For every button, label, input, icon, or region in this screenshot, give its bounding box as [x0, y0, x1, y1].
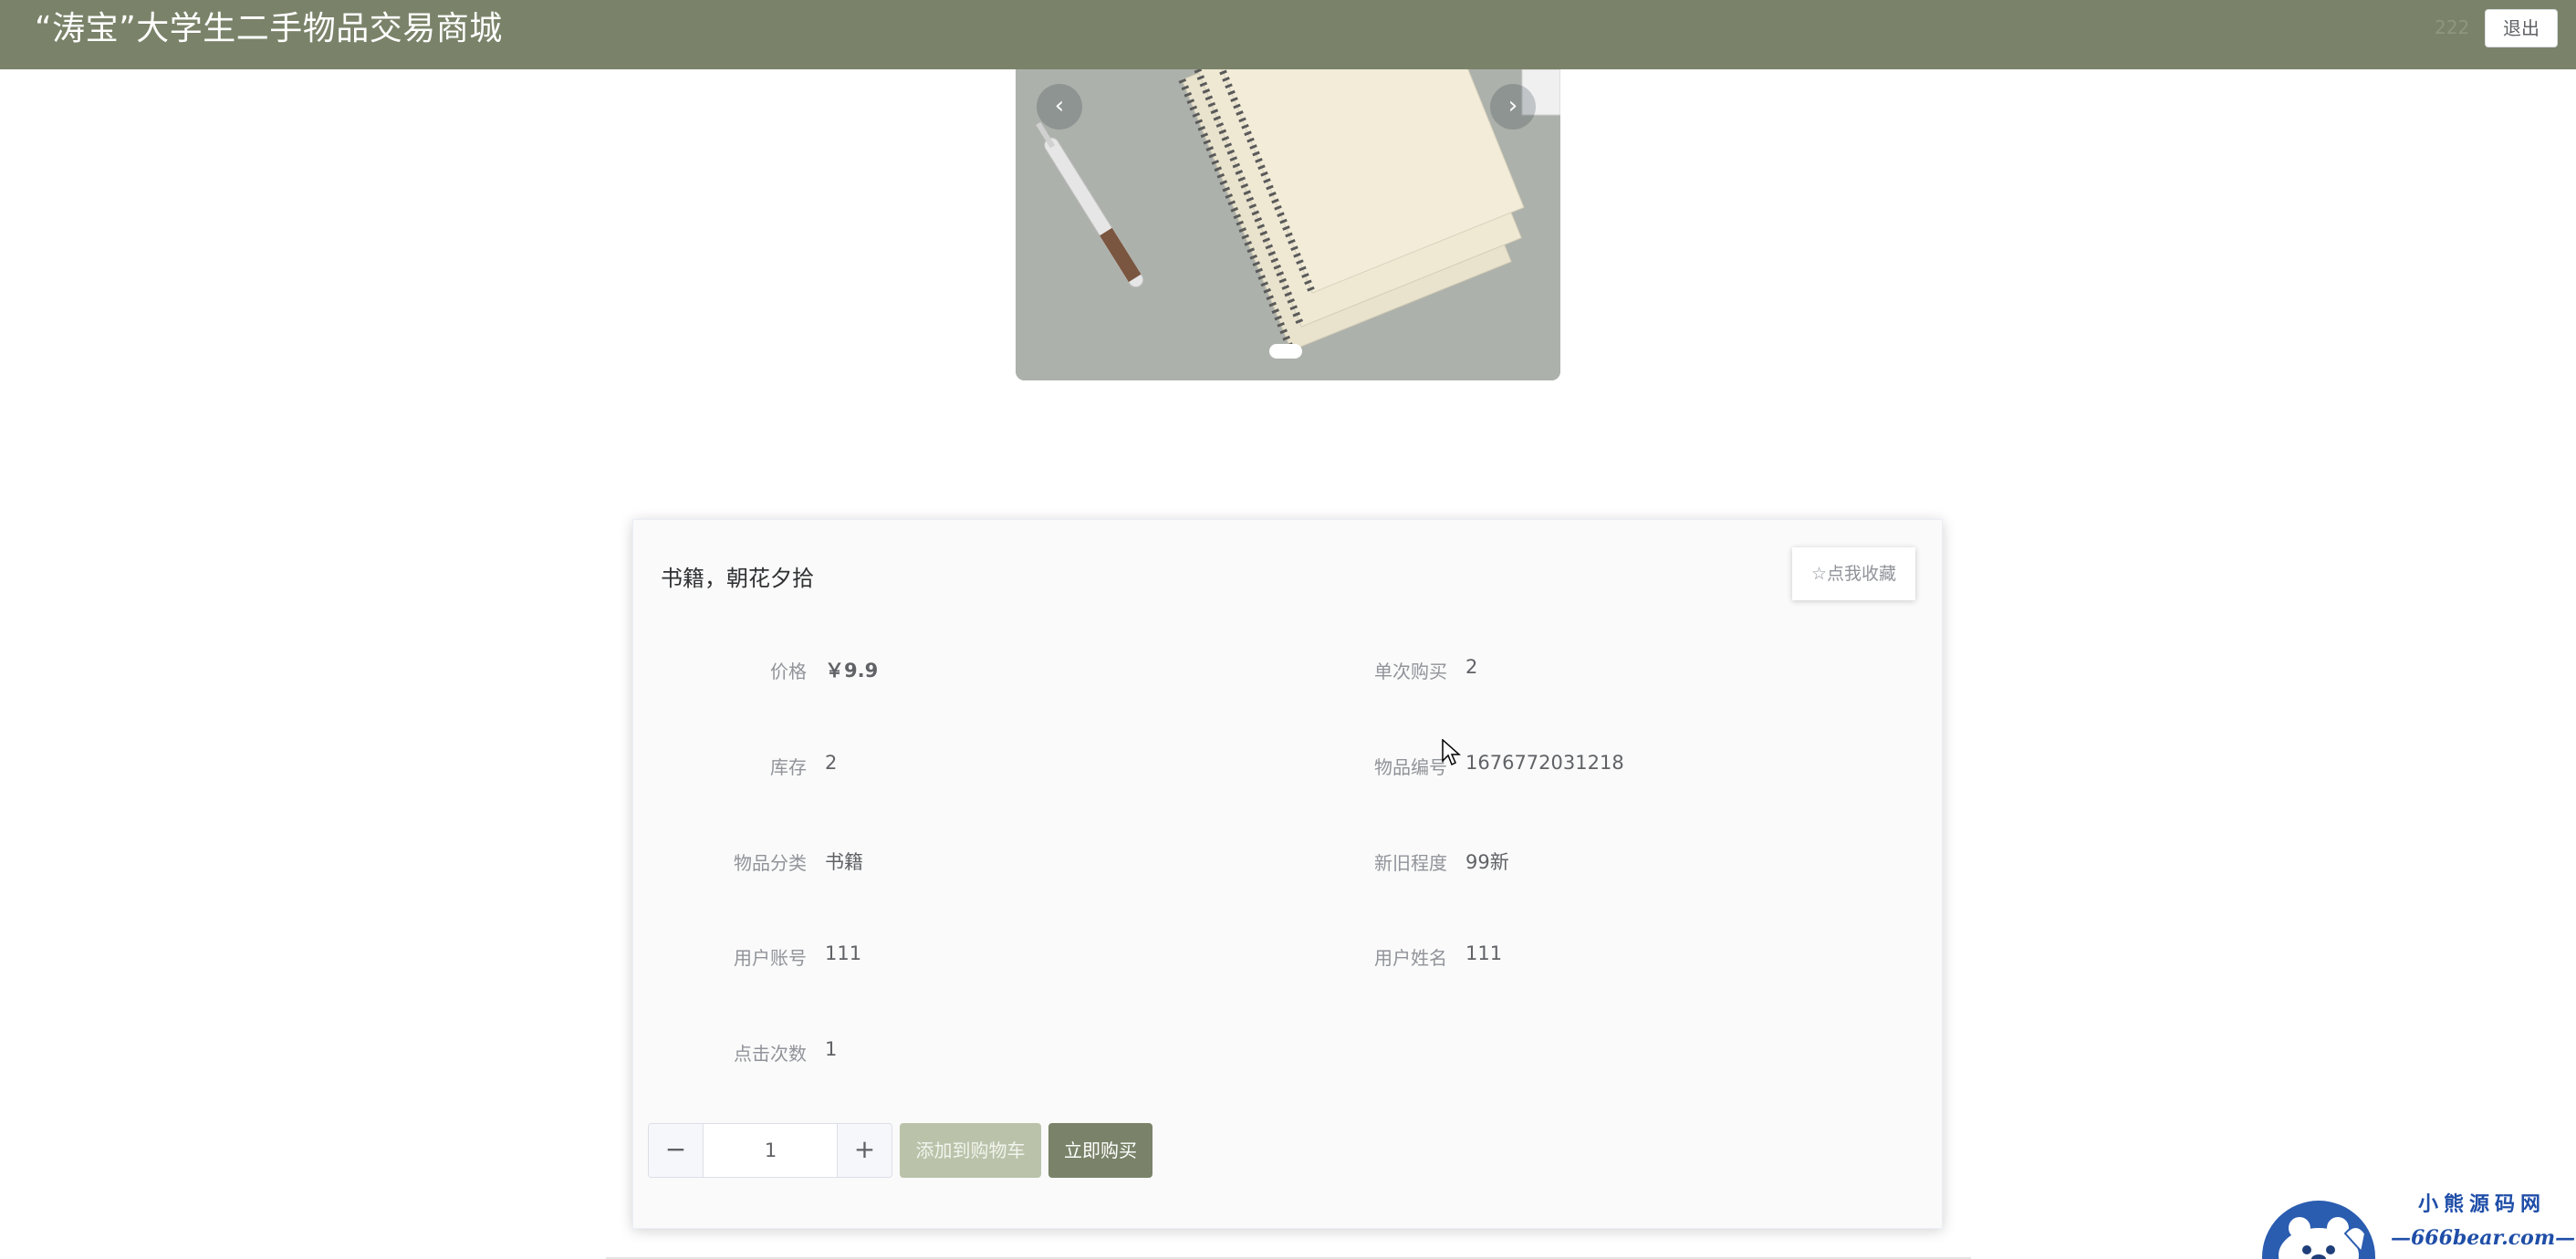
user-name-value: 111 [1465, 942, 1503, 964]
logout-button[interactable]: 退出 [2485, 9, 2558, 47]
site-title: “涛宝”大学生二手物品交易商城 [35, 10, 503, 47]
add-to-cart-button[interactable]: 添加到购物车 [900, 1123, 1041, 1178]
click-count-label: 点击次数 [734, 1043, 807, 1065]
single-buy-label: 单次购买 [1374, 661, 1447, 682]
quantity-stepper: − + [648, 1123, 892, 1178]
favorite-button[interactable]: ☆点我收藏 [1792, 547, 1915, 600]
mouse-cursor-icon [1442, 739, 1461, 766]
single-buy-value: 2 [1465, 656, 1478, 678]
buy-now-button[interactable]: 立即购买 [1048, 1123, 1152, 1178]
product-image-carousel: ‹ › [1016, 69, 1560, 380]
carousel-next-arrow[interactable]: › [1490, 84, 1536, 130]
user-account-value: 111 [825, 942, 862, 964]
watermark-url: —666bear.com— [2391, 1226, 2576, 1250]
product-image [1016, 69, 1560, 380]
decrease-quantity-button[interactable]: − [649, 1124, 704, 1177]
price-label: 价格 [770, 661, 807, 682]
price-value: ￥9.9 [825, 660, 879, 682]
increase-quantity-button[interactable]: + [837, 1124, 892, 1177]
condition-label: 新旧程度 [1374, 852, 1447, 874]
carousel-indicator[interactable] [1269, 344, 1302, 359]
watermark-title: 小熊源码网 [2418, 1192, 2547, 1216]
item-number-value: 1676772031218 [1465, 752, 1624, 774]
condition-value: 99新 [1465, 851, 1509, 873]
stock-value: 2 [825, 752, 838, 774]
category-value: 书籍 [825, 851, 863, 873]
user-name-label: 用户姓名 [1374, 947, 1447, 969]
item-number-label: 物品编号 [1374, 756, 1447, 778]
product-detail-card: 书籍，朝花夕拾 ☆点我收藏 价格 ￥9.9 单次购买 2 库存 2 物品编号 1… [632, 519, 1943, 1229]
click-count-value: 1 [825, 1038, 838, 1060]
product-name: 书籍，朝花夕拾 [661, 566, 814, 591]
stock-label: 库存 [770, 756, 807, 778]
quantity-input[interactable] [704, 1124, 837, 1177]
top-nav-bar: “涛宝”大学生二手物品交易商城 222 退出 [0, 0, 2576, 69]
category-label: 物品分类 [734, 852, 807, 874]
carousel-prev-arrow[interactable]: ‹ [1037, 84, 1082, 130]
user-account-label: 用户账号 [734, 947, 807, 969]
current-username: 222 [2435, 16, 2470, 38]
